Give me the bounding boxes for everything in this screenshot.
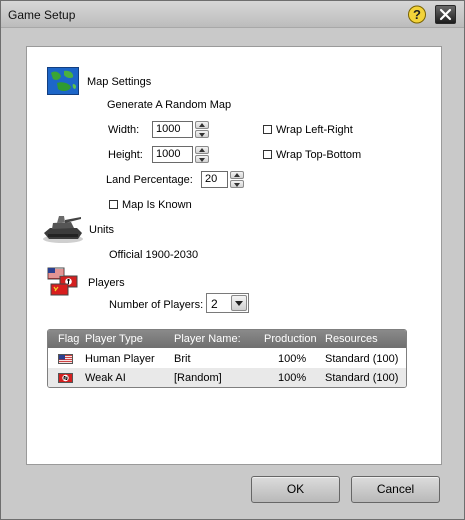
arrow-down-icon	[199, 133, 205, 137]
players-table: Flag Player Type Player Name: Production…	[47, 329, 407, 388]
column-production: Production	[264, 333, 317, 345]
height-label: Height:	[108, 149, 143, 161]
map-is-known-label: Map Is Known	[122, 199, 192, 211]
width-input[interactable]: 1000	[152, 121, 193, 138]
player-name-cell: [Random]	[174, 372, 222, 384]
land-up-button[interactable]	[230, 171, 244, 179]
number-of-players-value: 2	[211, 297, 218, 311]
units-heading: Units	[89, 224, 115, 236]
arrow-down-icon	[199, 158, 205, 162]
title-bar: Game Setup ?	[1, 1, 464, 28]
tank-icon	[41, 213, 85, 245]
units-ruleset: Official 1900-2030	[109, 249, 199, 261]
map-icon	[47, 67, 79, 95]
height-stepper[interactable]: 1000	[152, 146, 209, 163]
column-player-type: Player Type	[85, 333, 143, 345]
land-down-button[interactable]	[230, 180, 244, 188]
ok-button[interactable]: OK	[251, 476, 340, 503]
wrap-left-right-label: Wrap Left-Right	[276, 124, 353, 136]
settings-panel	[26, 46, 442, 465]
players-heading: Players	[88, 277, 125, 289]
width-label: Width:	[108, 124, 140, 136]
table-header: Flag Player Type Player Name: Production…	[48, 330, 406, 348]
arrow-up-icon	[234, 173, 240, 177]
player-name-cell: Brit	[174, 353, 191, 365]
player-type-cell: Human Player	[85, 353, 155, 365]
number-of-players-label: Number of Players:	[109, 299, 204, 311]
height-up-button[interactable]	[195, 146, 209, 154]
width-up-button[interactable]	[195, 121, 209, 129]
flags-icon	[47, 267, 79, 297]
usa-flag-icon	[58, 354, 73, 364]
map-is-known-checkbox[interactable]	[109, 200, 118, 209]
table-row[interactable]: Human Player Brit 100% Standard (100)	[48, 349, 406, 369]
window-title: Game Setup	[8, 8, 76, 22]
land-percentage-stepper[interactable]: 20	[201, 171, 244, 188]
width-down-button[interactable]	[195, 130, 209, 138]
land-percentage-input[interactable]: 20	[201, 171, 228, 188]
arrow-down-icon	[234, 183, 240, 187]
resources-cell: Standard (100)	[325, 353, 399, 365]
height-input[interactable]: 1000	[152, 146, 193, 163]
swastika-flag-icon	[58, 373, 73, 383]
table-row[interactable]: Weak AI [Random] 100% Standard (100)	[48, 368, 406, 387]
production-cell: 100%	[278, 353, 307, 365]
column-resources: Resources	[325, 333, 378, 345]
game-setup-dialog: Game Setup ? Map Settings Generate A Ran…	[0, 0, 465, 520]
arrow-up-icon	[199, 148, 205, 152]
generate-map-label: Generate A Random Map	[107, 99, 232, 111]
width-stepper[interactable]: 1000	[152, 121, 209, 138]
resources-cell: Standard (100)	[325, 372, 399, 384]
height-down-button[interactable]	[195, 155, 209, 163]
wrap-top-bottom-checkbox[interactable]	[263, 150, 272, 159]
land-percentage-label: Land Percentage:	[106, 174, 193, 186]
production-cell: 100%	[278, 372, 307, 384]
number-of-players-select[interactable]: 2	[206, 293, 249, 313]
map-settings-heading: Map Settings	[87, 76, 152, 88]
column-player-name: Player Name:	[174, 333, 241, 345]
help-icon[interactable]: ?	[407, 5, 427, 24]
cancel-button[interactable]: Cancel	[351, 476, 440, 503]
chevron-down-icon[interactable]	[231, 295, 247, 311]
wrap-top-bottom-label: Wrap Top-Bottom	[276, 149, 362, 161]
wrap-left-right-checkbox[interactable]	[263, 125, 272, 134]
close-icon[interactable]	[435, 5, 456, 24]
arrow-up-icon	[199, 123, 205, 127]
column-flag: Flag	[58, 333, 80, 345]
svg-text:?: ?	[413, 7, 421, 22]
player-type-cell: Weak AI	[85, 372, 126, 384]
